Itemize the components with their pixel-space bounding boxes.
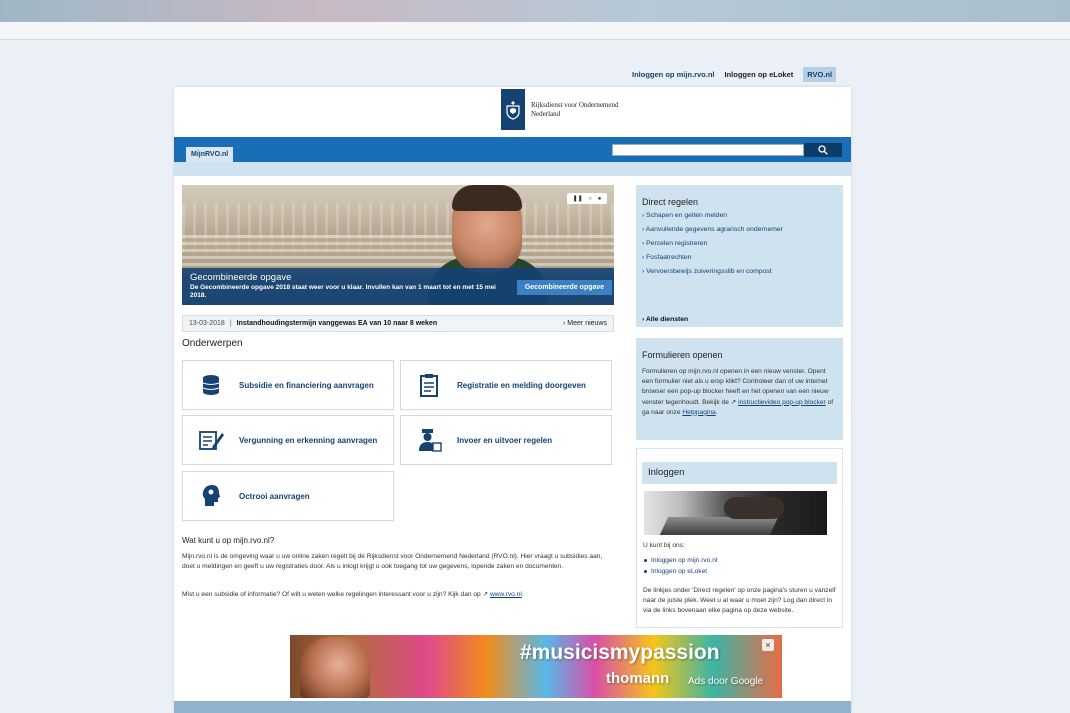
login-title: Inloggen bbox=[642, 462, 837, 484]
search-icon bbox=[818, 145, 828, 155]
dot-active-icon[interactable]: ● bbox=[598, 196, 602, 202]
search-input[interactable] bbox=[612, 144, 804, 156]
bullet-icon bbox=[644, 559, 647, 562]
customs-officer-icon bbox=[401, 428, 457, 452]
news-separator: | bbox=[229, 320, 232, 327]
direct-item[interactable]: › Aanvullende gegevens agrarisch onderne… bbox=[642, 226, 783, 233]
hero-button[interactable]: Gecombineerde opgave bbox=[517, 280, 612, 295]
top-links: Inloggen op mijn.rvo.nl Inloggen op eLok… bbox=[632, 67, 837, 82]
login-eloket-link-2[interactable]: Inloggen op eLoket bbox=[644, 568, 707, 575]
direct-item[interactable]: › Fosfaatrechten bbox=[642, 254, 692, 261]
page: Rijksdienst voor Ondernemend Nederland M… bbox=[174, 87, 851, 713]
login-intro: U kunt bij ons: bbox=[643, 542, 685, 549]
main-navbar: MijnRVO.nl bbox=[174, 137, 851, 162]
onderwerpen-title: Onderwerpen bbox=[182, 338, 243, 349]
alle-diensten-link[interactable]: › Alle diensten bbox=[642, 316, 688, 323]
helppagina-link[interactable]: Helppagina bbox=[682, 409, 715, 416]
tile-vergunning[interactable]: Vergunning en erkenning aanvragen bbox=[182, 415, 394, 465]
login-panel: Inloggen U kunt bij ons: Inloggen op mij… bbox=[636, 448, 843, 628]
hero-carousel[interactable]: ❚❚ ○ ● Gecombineerde opgave De Gecombine… bbox=[182, 185, 614, 305]
carousel-controls[interactable]: ❚❚ ○ ● bbox=[567, 193, 607, 204]
ads-by-google[interactable]: Ads door Google bbox=[688, 676, 763, 687]
rvo-link[interactable]: RVO.nl bbox=[803, 67, 837, 82]
tile-subsidie[interactable]: Subsidie en financiering aanvragen bbox=[182, 360, 394, 410]
about-paragraph: Mijn.rvo.nl is de omgeving waar u uw onl… bbox=[182, 553, 603, 570]
tile-octrooi[interactable]: Octrooi aanvragen bbox=[182, 471, 394, 521]
search-button[interactable] bbox=[804, 143, 842, 157]
popup-video-link[interactable]: instructievideo pop-up blocker bbox=[738, 399, 826, 406]
tile-invoer-uitvoer[interactable]: Invoer en uitvoer regelen bbox=[400, 415, 612, 465]
browser-top-bar bbox=[0, 0, 1070, 22]
clipboard-icon bbox=[401, 373, 457, 397]
logo-text: Rijksdienst voor Ondernemend Nederland bbox=[531, 100, 619, 118]
more-news-link[interactable]: › Meer nieuws bbox=[563, 320, 607, 327]
direct-item[interactable]: › Percelen registreren bbox=[642, 240, 707, 247]
ad-person bbox=[300, 637, 370, 698]
ad-hashtag: #musicismypassion bbox=[520, 641, 720, 664]
external-link-icon: ↗ bbox=[730, 398, 737, 406]
rvo-site-link[interactable]: www.rvo.nl bbox=[490, 591, 522, 598]
close-icon[interactable]: × bbox=[762, 639, 774, 651]
direct-regelen-title: Direct regelen bbox=[642, 197, 699, 207]
formulieren-text: Formulieren op mijn.rvo.nl openen in een… bbox=[642, 368, 834, 416]
crest-icon bbox=[501, 89, 525, 130]
news-headline[interactable]: Instandhoudingstermijn vanggewas EA van … bbox=[237, 320, 437, 327]
direct-regelen-panel: Direct regelen › Schapen en geiten melde… bbox=[636, 185, 843, 327]
keyboard-photo bbox=[644, 491, 827, 535]
news-ticker: 13-03-2018 | Instandhoudingstermijn vang… bbox=[182, 315, 614, 332]
ad-brand: thomann bbox=[606, 670, 670, 687]
ad-banner[interactable]: #musicismypassion thomann Ads door Googl… bbox=[290, 635, 782, 698]
pause-icon[interactable]: ❚❚ bbox=[573, 195, 583, 202]
footer-bar bbox=[174, 701, 851, 713]
about-paragraph-2: Mist u een subsidie of informatie? Of wi… bbox=[182, 591, 524, 598]
hero-text: De Gecombineerde opgave 2018 staat weer … bbox=[190, 284, 496, 299]
about-title: Wat kunt u op mijn.rvo.nl? bbox=[182, 536, 275, 545]
document-pen-icon bbox=[183, 429, 239, 451]
coins-icon bbox=[183, 374, 239, 396]
login-mijn-link[interactable]: Inloggen op mijn.rvo.nl bbox=[632, 70, 715, 79]
formulieren-panel: Formulieren openen Formulieren op mijn.r… bbox=[636, 338, 843, 440]
nav-subbar bbox=[174, 162, 851, 176]
tile-registratie[interactable]: Registratie en melding doorgeven bbox=[400, 360, 612, 410]
logo[interactable]: Rijksdienst voor Ondernemend Nederland bbox=[501, 89, 629, 130]
hero-caption: Gecombineerde opgave De Gecombineerde op… bbox=[182, 268, 614, 305]
login-mijn-link-2[interactable]: Inloggen op mijn.rvo.nl bbox=[644, 557, 717, 564]
login-eloket-link[interactable]: Inloggen op eLoket bbox=[725, 70, 794, 79]
login-text: De linkjes onder 'Direct regelen' op onz… bbox=[643, 587, 836, 614]
news-date: 13-03-2018 bbox=[189, 320, 225, 327]
bullet-icon bbox=[644, 570, 647, 573]
direct-item[interactable]: › Vervoersbewijs zuiveringsslib en compo… bbox=[642, 268, 772, 275]
external-link-icon: ↗ bbox=[482, 591, 489, 598]
tab-mijnrvo[interactable]: MijnRVO.nl bbox=[186, 147, 234, 162]
direct-item[interactable]: › Schapen en geiten melden bbox=[642, 212, 727, 219]
formulieren-title: Formulieren openen bbox=[642, 350, 723, 360]
browser-toolbar bbox=[0, 22, 1070, 40]
dot-icon[interactable]: ○ bbox=[588, 196, 592, 202]
head-idea-icon bbox=[183, 484, 239, 508]
